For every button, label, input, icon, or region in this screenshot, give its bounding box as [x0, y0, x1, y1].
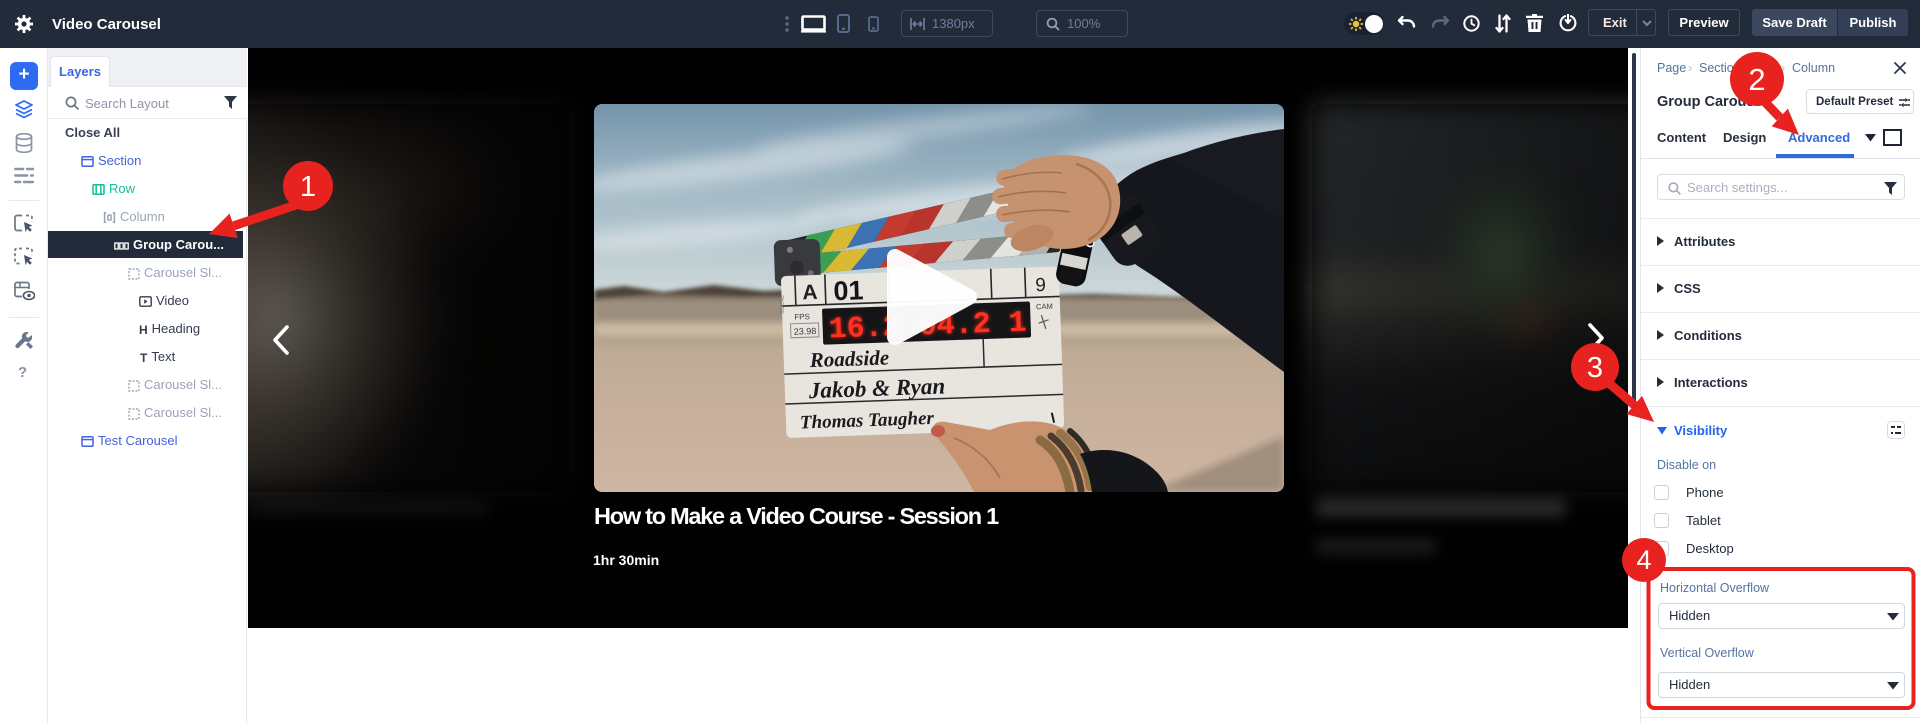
- svg-text:23.98: 23.98: [794, 326, 817, 337]
- svg-text:9: 9: [1035, 275, 1046, 296]
- svg-text:Roadside: Roadside: [808, 345, 889, 372]
- svg-text:FPS: FPS: [794, 312, 810, 322]
- svg-text:SCENE: SCENE: [779, 295, 786, 314]
- svg-text:01: 01: [833, 275, 864, 306]
- svg-text:CAM: CAM: [1036, 302, 1053, 312]
- svg-text:Jakob & Ryan: Jakob & Ryan: [807, 373, 945, 403]
- svg-text:A: A: [802, 281, 818, 305]
